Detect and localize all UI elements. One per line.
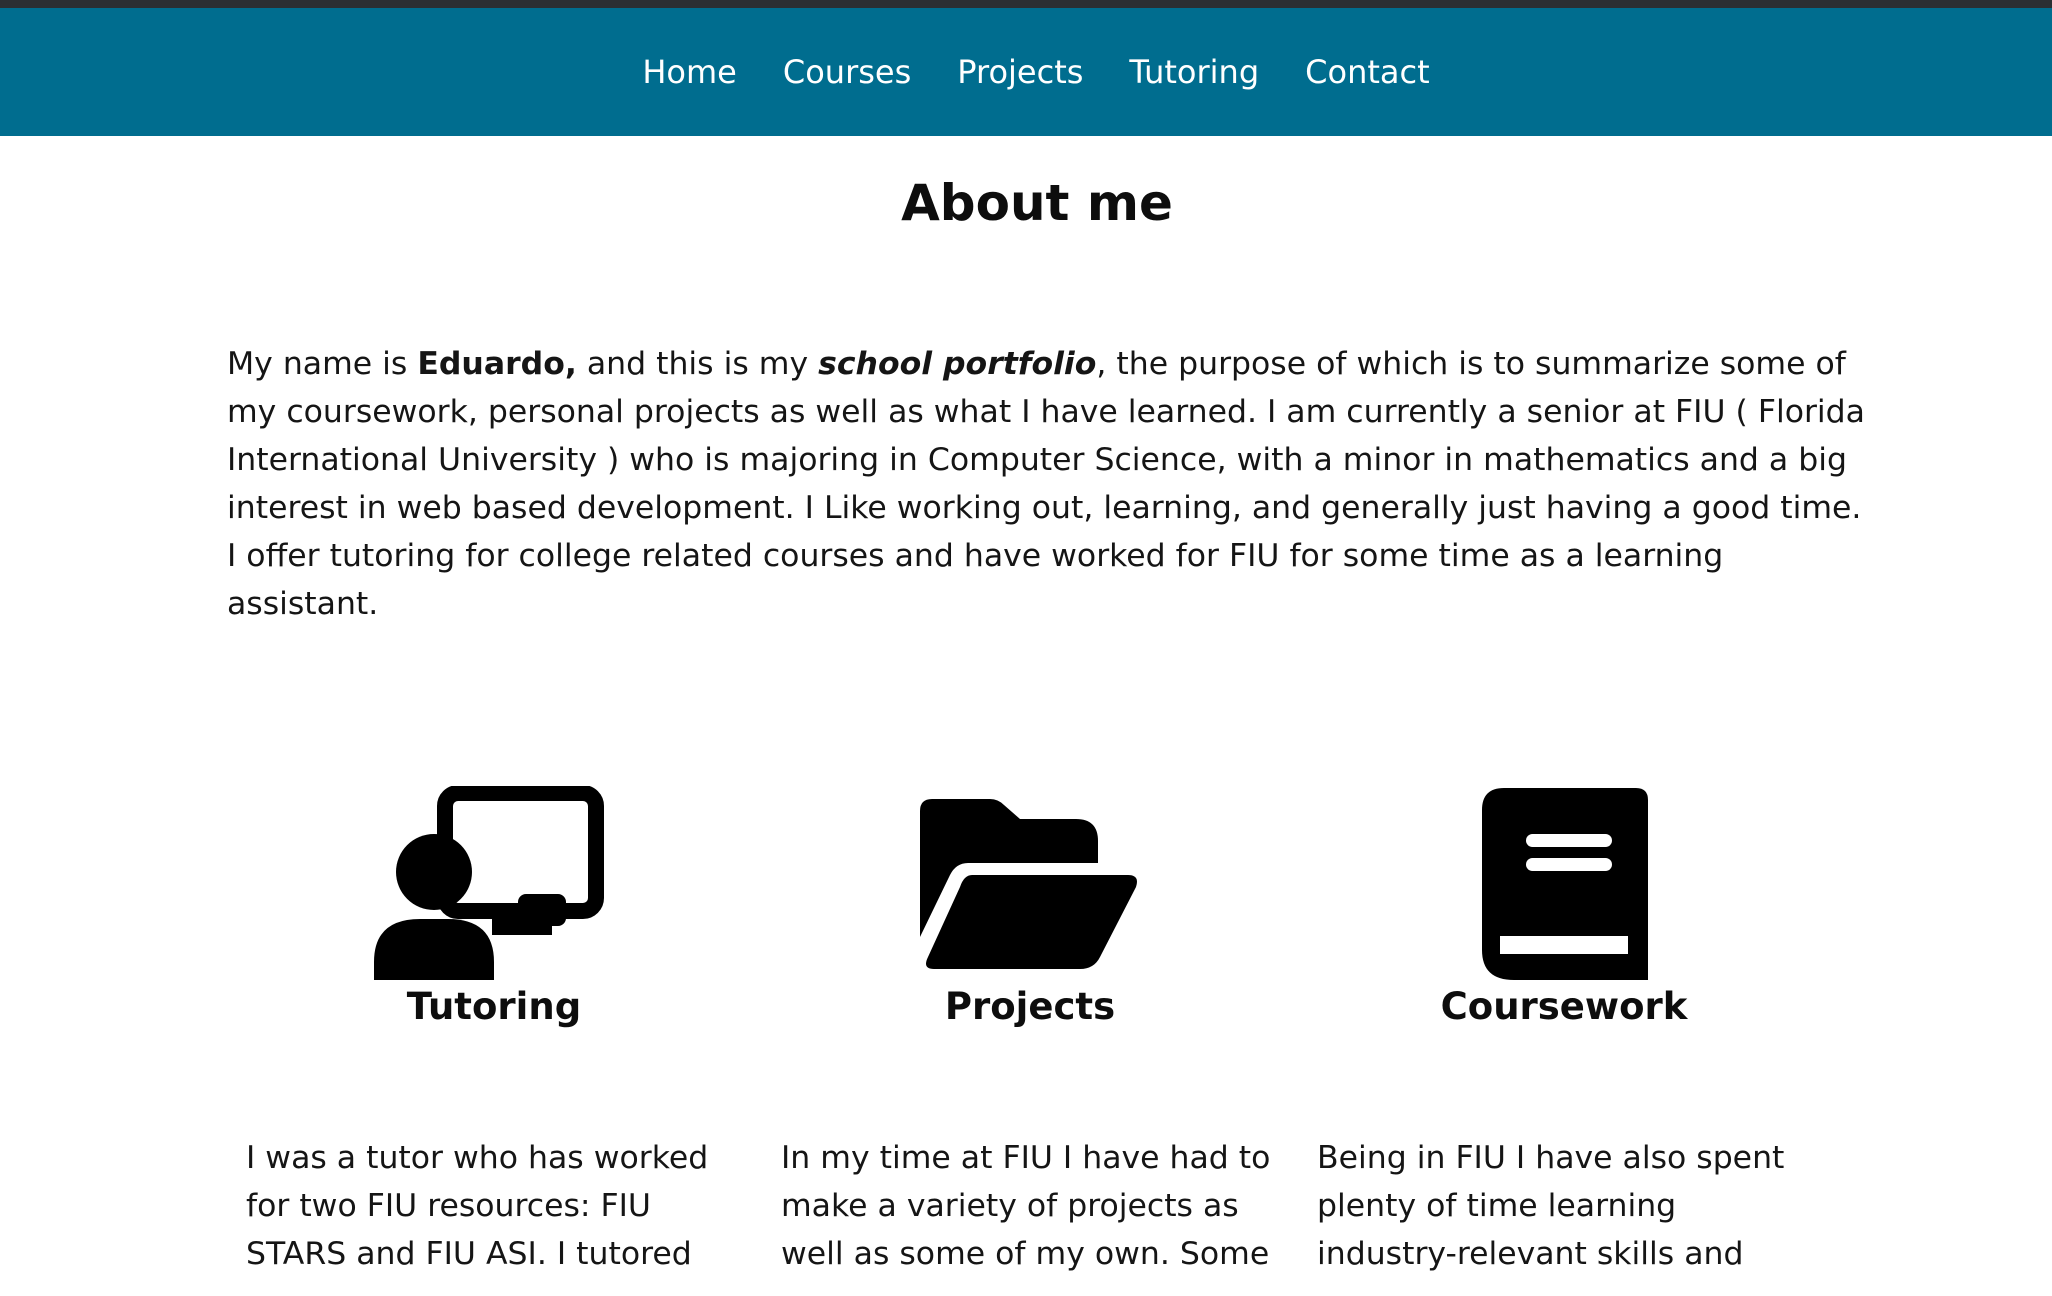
card-title-tutoring: Tutoring	[406, 985, 582, 1028]
intro-name: Eduardo,	[417, 346, 577, 382]
teacher-board-icon	[374, 786, 604, 980]
nav-home-link[interactable]: Home	[642, 56, 737, 88]
about-intro-paragraph: My name is Eduardo, and this is my schoo…	[227, 340, 1867, 628]
nav-projects-link[interactable]: Projects	[957, 56, 1083, 88]
nav-contact-link[interactable]: Contact	[1305, 56, 1430, 88]
window-top-strip	[0, 0, 2052, 8]
nav-courses-link[interactable]: Courses	[783, 56, 911, 88]
card-title-projects: Projects	[944, 985, 1116, 1028]
intro-emphasis: school portfolio	[818, 346, 1096, 382]
intro-rest-text: , the purpose of which is to summarize s…	[227, 346, 1865, 622]
card-text-tutoring: I was a tutor who has worked for two FIU…	[246, 1140, 709, 1272]
card-text-projects: In my time at FIU I have had to make a v…	[781, 1140, 1271, 1272]
card-title-coursework: Coursework	[1440, 985, 1688, 1028]
book-icon	[1482, 788, 1648, 980]
nav-tutoring-link[interactable]: Tutoring	[1129, 56, 1259, 88]
folder-open-icon	[920, 799, 1137, 969]
intro-mid-text: and this is my	[576, 346, 819, 382]
card-text-coursework: Being in FIU I have also spent plenty of…	[1317, 1140, 1785, 1272]
intro-prefix-text: My name is	[227, 346, 418, 382]
intro-emphasis-text: school portfolio	[818, 346, 1097, 382]
page-title: About me	[901, 174, 1173, 232]
top-navigation: Home Courses Projects Tutoring Contact	[0, 8, 2052, 136]
